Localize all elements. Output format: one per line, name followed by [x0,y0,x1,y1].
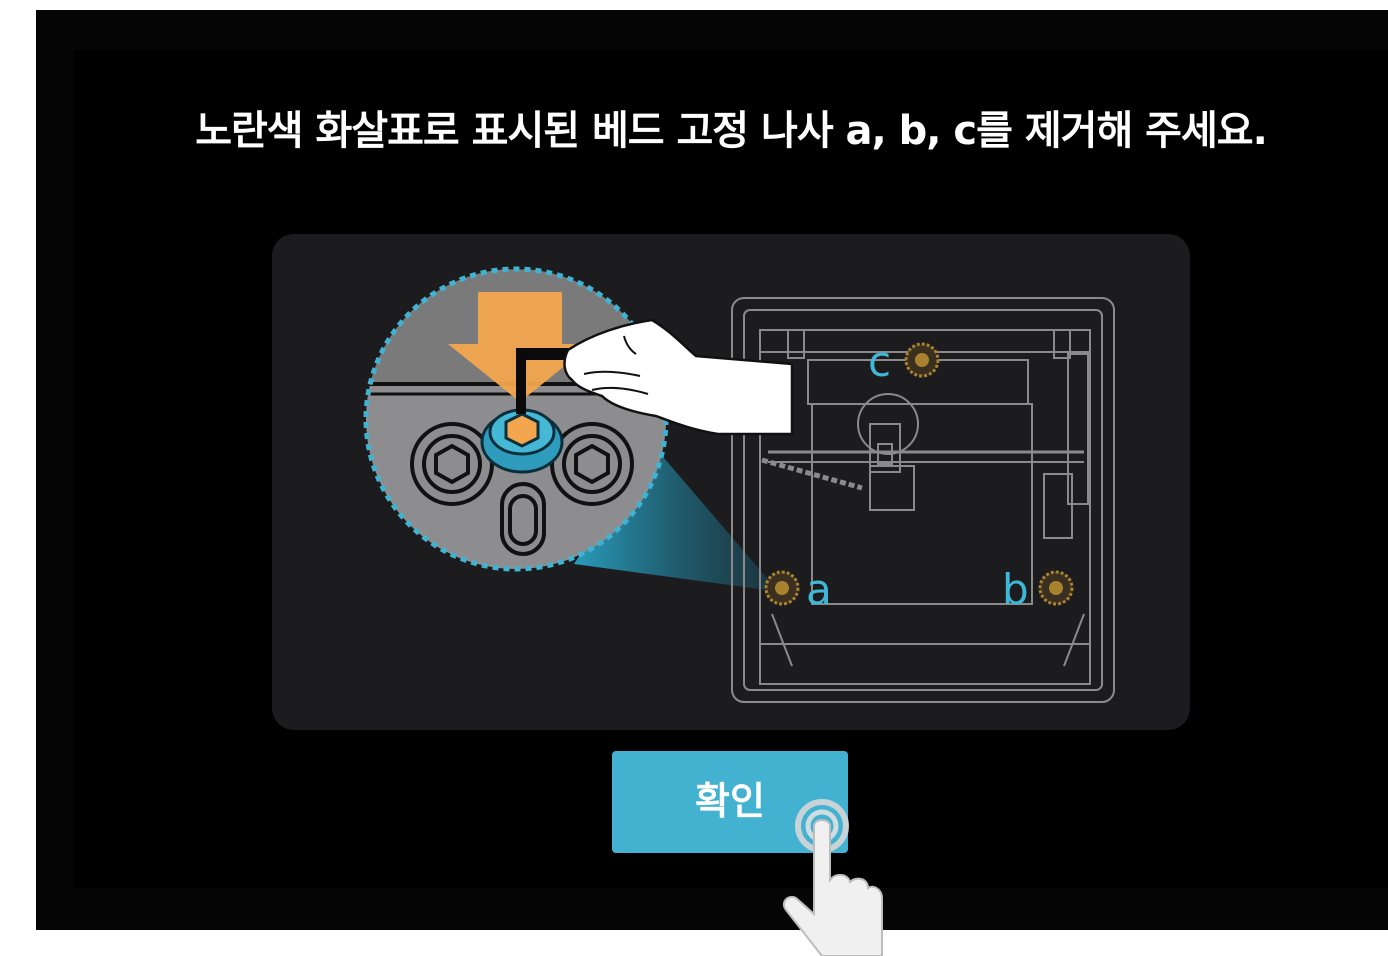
bed-screw-illustration: c a b [363,266,1115,703]
screw-label-a: a [806,565,832,614]
confirm-button[interactable]: 확인 [612,751,848,853]
bed-screw-c [904,342,940,378]
illustration-panel: c a b [272,234,1190,730]
bed-screw-b [1038,570,1074,606]
highlighted-bed-screw [480,408,564,474]
screw-label-c: c [868,337,891,386]
screw-label-b: b [1002,565,1029,614]
bed-screw-a [764,570,800,606]
instruction-text: 노란색 화살표로 표시된 베드 고정 나사 a, b, c를 제거해 주세요. [195,108,1268,154]
